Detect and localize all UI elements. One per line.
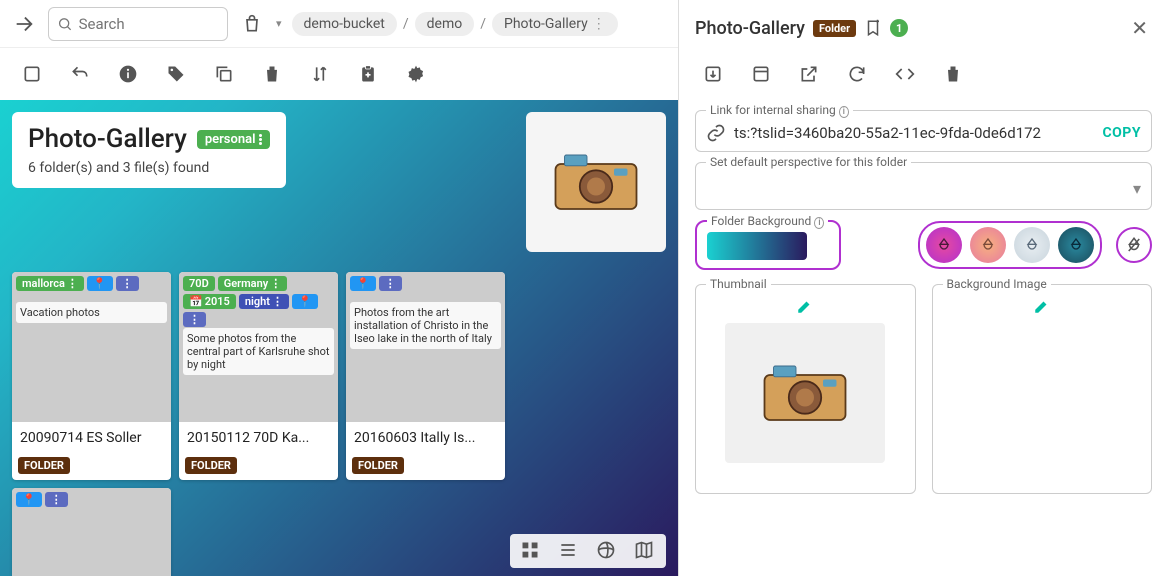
thumbnail-preview <box>725 323 885 463</box>
perspective-select[interactable]: ▾ <box>706 175 1141 201</box>
view-lens-icon[interactable] <box>596 540 618 562</box>
assignment-icon[interactable] <box>356 62 380 86</box>
folder-card[interactable]: 📍 ⋮ Photos from the art installation of … <box>346 272 505 480</box>
tag-personal[interactable]: personal <box>197 130 271 149</box>
folder-card[interactable]: 70D Germany ⋮ 📅 2015 night ⋮ 📍 ⋮ Some ph… <box>179 272 338 480</box>
geo-pin-icon[interactable]: 📍 <box>292 294 318 309</box>
code-icon[interactable] <box>895 64 917 86</box>
settings-icon[interactable] <box>404 62 428 86</box>
tag-70d[interactable]: 70D <box>183 276 215 291</box>
link-field-label: Link for internal sharing i <box>706 103 853 117</box>
tag-germany[interactable]: Germany ⋮ <box>218 276 287 291</box>
folder-badge: FOLDER <box>18 457 70 474</box>
view-grid-icon[interactable] <box>520 540 542 562</box>
color-preset-light[interactable] <box>1014 227 1050 263</box>
camera-icon <box>551 147 641 217</box>
bag-icon[interactable] <box>238 10 266 38</box>
tag-icon[interactable] <box>164 62 188 86</box>
card-description: Vacation photos <box>16 302 167 323</box>
page-title: Photo-Gallery <box>28 124 187 154</box>
panel-type-badge: Folder <box>813 20 856 37</box>
breadcrumb: demo-bucket / demo / Photo-Gallery ⋮ <box>292 12 618 36</box>
open-tab-icon[interactable] <box>751 64 773 86</box>
color-preset-pink[interactable] <box>926 227 962 263</box>
geo-pin-icon[interactable]: 📍 <box>350 276 376 291</box>
bg-swatch <box>707 232 807 260</box>
card-more-icon[interactable]: ⋮ <box>379 276 402 291</box>
card-more-icon[interactable]: ⋮ <box>45 492 68 507</box>
bag-dropdown-caret[interactable]: ▾ <box>276 17 282 30</box>
back-icon[interactable] <box>68 62 92 86</box>
breadcrumb-demo[interactable]: demo <box>415 12 475 36</box>
edit-bgimage-icon[interactable] <box>1033 297 1051 315</box>
view-list-icon[interactable] <box>558 540 580 562</box>
close-icon[interactable]: ✕ <box>1127 12 1152 44</box>
refresh-icon[interactable] <box>847 64 869 86</box>
open-external-icon[interactable] <box>799 64 821 86</box>
folder-subtitle: 6 folder(s) and 3 file(s) found <box>28 160 270 176</box>
folder-card[interactable]: mallorca ⋮ 📍 ⋮ Vacation photos 20090714 … <box>12 272 171 480</box>
folder-badge: FOLDER <box>185 457 237 474</box>
card-more-icon[interactable]: ⋮ <box>183 312 206 327</box>
search-icon <box>57 15 73 33</box>
color-presets <box>918 221 1102 269</box>
breadcrumb-bucket[interactable]: demo-bucket <box>292 12 397 36</box>
tag-year[interactable]: 📅 2015 <box>183 294 236 309</box>
bookmark-add-icon[interactable] <box>864 19 882 37</box>
folder-title-card: Photo-Gallery personal 6 folder(s) and 3… <box>12 112 286 188</box>
sort-icon[interactable] <box>308 62 332 86</box>
thumbnail-box: Thumbnail <box>695 284 916 494</box>
bgimage-label: Background Image <box>943 277 1051 291</box>
folder-background-field[interactable]: Folder Background i <box>695 220 841 270</box>
trash-icon[interactable] <box>260 62 284 86</box>
panel-count-badge: 1 <box>890 19 908 37</box>
tag-night[interactable]: night ⋮ <box>239 294 289 309</box>
tag-mallorca[interactable]: mallorca ⋮ <box>16 276 84 291</box>
card-description: Some photos from the central part of Kar… <box>183 328 334 375</box>
card-title: 20090714 ES Soller <box>12 422 171 454</box>
color-preset-peach[interactable] <box>970 227 1006 263</box>
color-preset-teal[interactable] <box>1058 227 1094 263</box>
bg-label: Folder Background i <box>707 214 828 228</box>
breadcrumb-current[interactable]: Photo-Gallery ⋮ <box>492 12 618 36</box>
main-toolbar <box>0 48 678 100</box>
camera-icon <box>760 358 850 428</box>
share-link-input[interactable] <box>734 124 1094 142</box>
folder-badge: FOLDER <box>352 457 404 474</box>
select-checkbox[interactable] <box>20 62 44 86</box>
import-icon[interactable] <box>703 64 725 86</box>
search-input[interactable] <box>79 15 219 33</box>
copy-icon[interactable] <box>212 62 236 86</box>
card-title: 20160603 Itally Is... <box>346 422 505 454</box>
link-icon <box>706 123 726 143</box>
view-map-icon[interactable] <box>634 540 656 562</box>
geo-pin-icon[interactable]: 📍 <box>16 492 42 507</box>
folder-thumbnail <box>526 112 666 252</box>
geo-pin-icon[interactable]: 📍 <box>87 276 113 291</box>
chevron-down-icon: ▾ <box>1133 179 1141 198</box>
info-icon[interactable] <box>116 62 140 86</box>
perspective-label: Set default perspective for this folder <box>706 155 911 169</box>
edit-thumbnail-icon[interactable] <box>796 297 814 315</box>
search-input-wrapper[interactable] <box>48 7 228 41</box>
panel-title: Photo-Gallery <box>695 18 805 39</box>
copy-button[interactable]: COPY <box>1102 125 1141 141</box>
thumbnail-label: Thumbnail <box>706 277 771 291</box>
clear-color-icon[interactable] <box>1116 227 1152 263</box>
folder-card[interactable]: 📍 ⋮ 20190830 S8 Bol... FOLDER <box>12 488 171 576</box>
card-title: 20150112 70D Ka... <box>179 422 338 454</box>
card-description: Photos from the art installation of Chri… <box>350 302 501 349</box>
delete-icon[interactable] <box>943 64 965 86</box>
menu-toggle-icon[interactable] <box>10 10 38 38</box>
bgimage-box: Background Image <box>932 284 1153 494</box>
card-more-icon[interactable]: ⋮ <box>116 276 139 291</box>
view-switcher <box>510 534 666 568</box>
